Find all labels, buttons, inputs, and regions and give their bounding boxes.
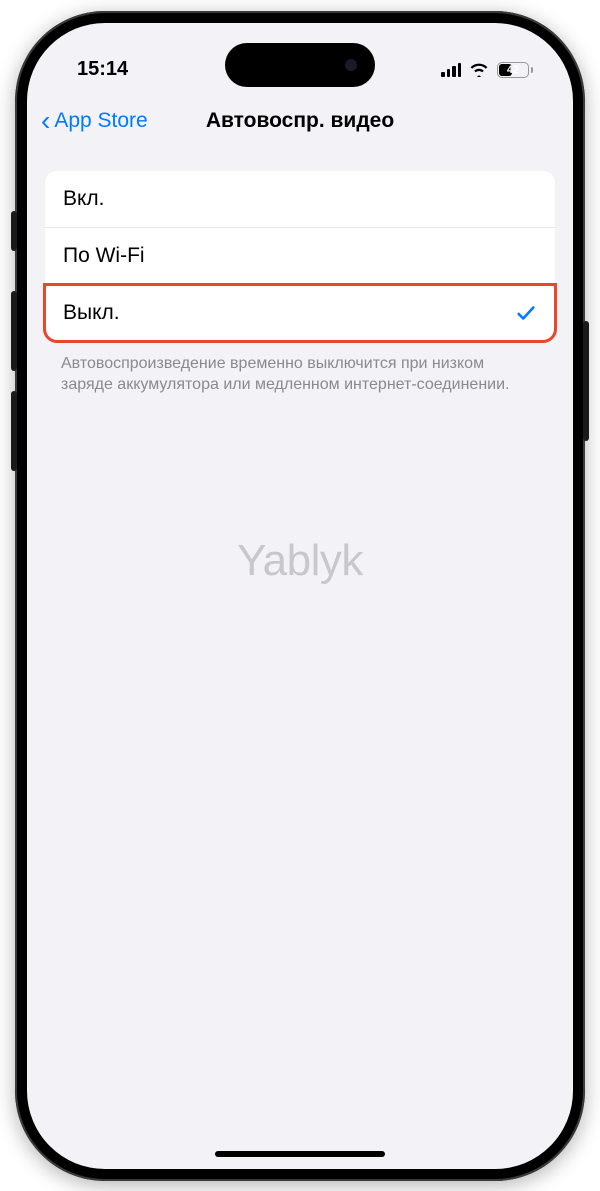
option-on[interactable]: Вкл. bbox=[45, 171, 555, 228]
option-wifi[interactable]: По Wi-Fi bbox=[45, 228, 555, 285]
battery-icon: 42 bbox=[497, 62, 533, 78]
watermark: Yablyk bbox=[237, 536, 363, 586]
cellular-icon bbox=[441, 63, 461, 77]
options-list: Вкл. По Wi-Fi Выкл. bbox=[45, 171, 555, 341]
option-off[interactable]: Выкл. bbox=[45, 285, 555, 341]
power-button bbox=[583, 321, 589, 441]
dynamic-island bbox=[225, 43, 375, 87]
navigation-bar: ‹ App Store Автовоспр. видео bbox=[27, 93, 573, 151]
status-time: 15:14 bbox=[77, 58, 128, 81]
option-label: Выкл. bbox=[63, 301, 120, 325]
silence-switch bbox=[11, 211, 17, 251]
checkmark-icon bbox=[515, 302, 537, 324]
home-indicator[interactable] bbox=[215, 1151, 385, 1157]
volume-down-button bbox=[11, 391, 17, 471]
option-label: Вкл. bbox=[63, 187, 105, 211]
chevron-left-icon: ‹ bbox=[41, 107, 50, 135]
volume-up-button bbox=[11, 291, 17, 371]
screen: 15:14 42 bbox=[27, 23, 573, 1169]
back-label: App Store bbox=[54, 109, 147, 133]
battery-level: 42 bbox=[507, 64, 519, 76]
footer-description: Автовоспроизведение временно выключится … bbox=[27, 341, 573, 408]
wifi-icon bbox=[469, 62, 489, 77]
back-button[interactable]: ‹ App Store bbox=[41, 107, 148, 135]
status-indicators: 42 bbox=[441, 62, 533, 78]
option-label: По Wi-Fi bbox=[63, 244, 145, 268]
phone-frame: 15:14 42 bbox=[15, 11, 585, 1181]
